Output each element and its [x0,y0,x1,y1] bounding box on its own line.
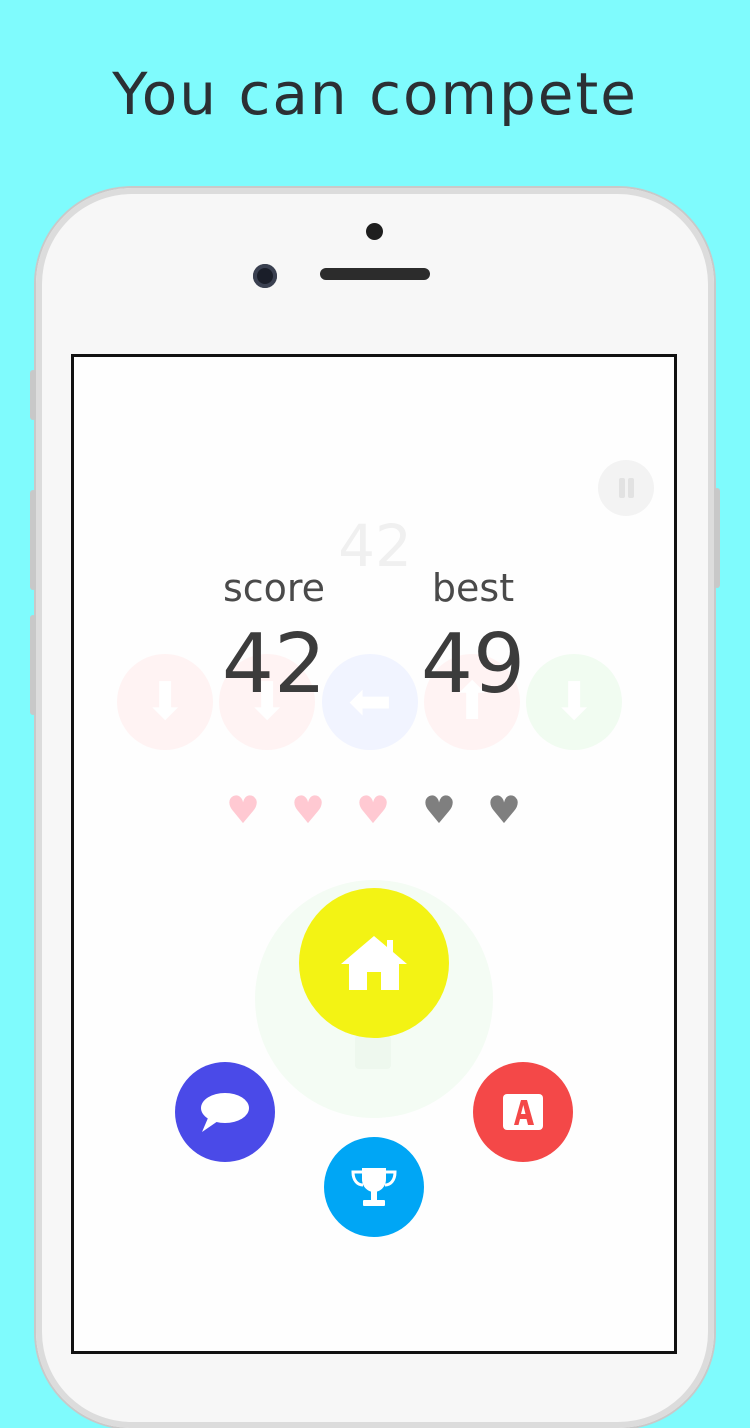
pause-button[interactable] [598,460,654,516]
heart-full-icon: ♥ [355,788,391,832]
phone-side-button [30,490,36,590]
score-label: score [222,566,326,610]
app-button[interactable] [473,1062,573,1162]
score-value: 42 [221,617,327,712]
chat-button[interactable] [175,1062,275,1162]
heart-full-icon: ♥ [225,788,261,832]
home-button[interactable] [299,888,449,1038]
phone-side-button [30,615,36,715]
heart-empty-icon: ♥ [421,788,457,832]
ranking-button[interactable] [324,1137,424,1237]
front-sensor [366,223,383,240]
heart-full-icon: ♥ [290,788,326,832]
speech-bubble-icon [201,1093,249,1132]
front-camera [253,264,277,288]
phone-side-button [30,370,36,420]
ring-mark [355,1035,391,1069]
earpiece-speaker [320,268,430,280]
app-icon [503,1094,543,1130]
heart-empty-icon: ♥ [486,788,522,832]
headline: You can compete [112,60,638,128]
phone-side-button [714,488,720,588]
best-label: best [431,566,515,610]
best-value: 49 [420,617,526,712]
home-icon [341,936,407,990]
trophy-icon [351,1168,397,1206]
